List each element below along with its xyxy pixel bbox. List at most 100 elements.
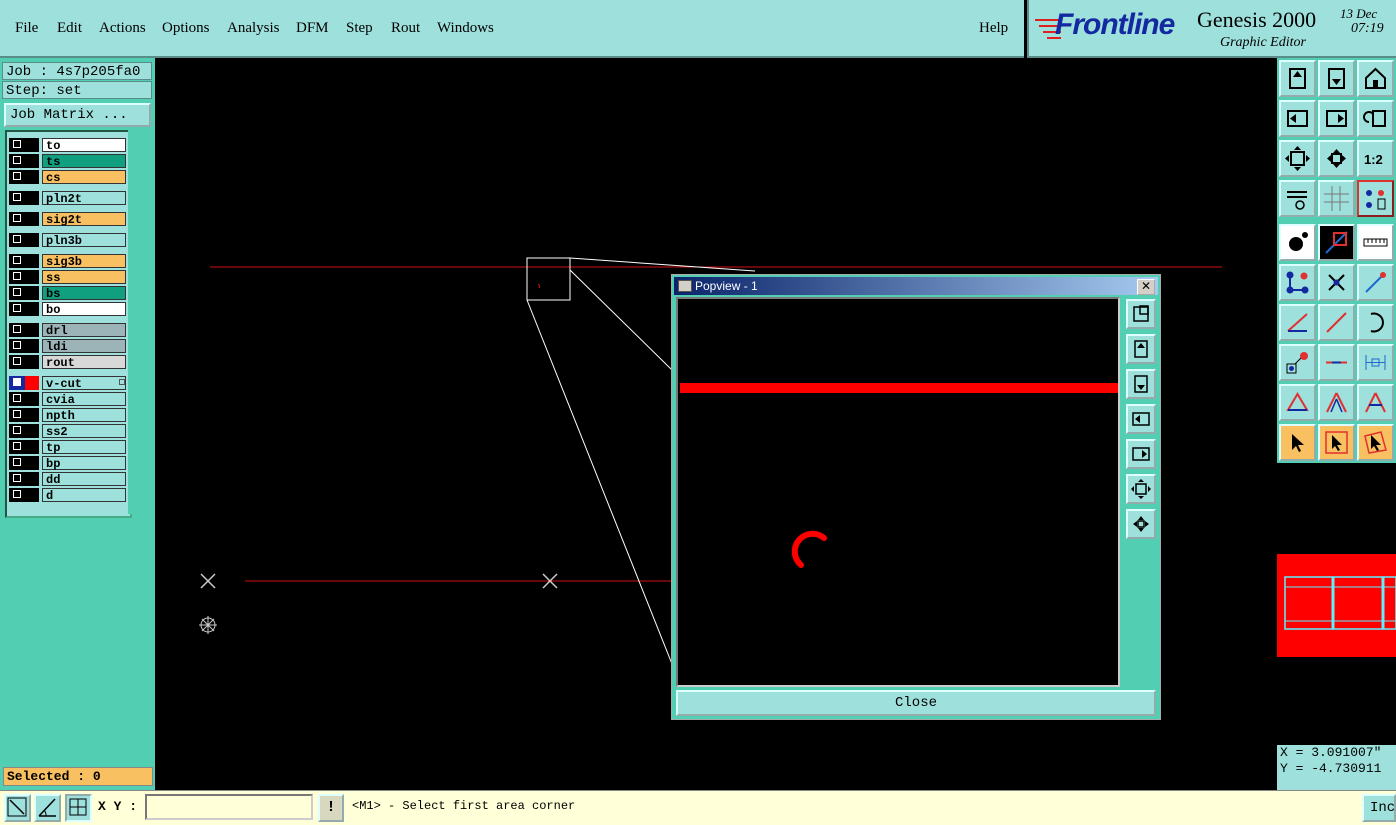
layer-row-d[interactable]: d (9, 488, 126, 503)
xy-input[interactable] (145, 794, 313, 820)
measure-line-button[interactable] (1318, 224, 1355, 261)
layer-checkbox[interactable] (9, 424, 39, 438)
menu-dfm[interactable]: DFM (296, 20, 329, 37)
layer-checkbox[interactable] (9, 170, 39, 184)
popview-canvas[interactable] (676, 297, 1120, 687)
delete-node-button[interactable] (1318, 264, 1355, 301)
pan-down-button[interactable] (1318, 60, 1355, 97)
triangle-fill-button[interactable] (1279, 384, 1316, 421)
layer-row-ss2[interactable]: ss2 (9, 424, 126, 439)
grid-snap-button[interactable] (65, 794, 92, 822)
move-pad-button[interactable] (1279, 344, 1316, 381)
window-menu-icon[interactable] (678, 280, 692, 292)
layer-row-npth[interactable]: npth (9, 408, 126, 423)
angle-snap-button[interactable] (34, 794, 61, 822)
draw-line-button[interactable] (1318, 304, 1355, 341)
popview-zoom-in-button[interactable] (1126, 299, 1156, 329)
zoom-ratio-button[interactable]: 1:2 (1357, 140, 1394, 177)
layer-checkbox[interactable] (9, 254, 39, 268)
overview-map[interactable] (1277, 465, 1396, 745)
layer-row-cvia[interactable]: cvia (9, 392, 126, 407)
layer-row-ldi[interactable]: ldi (9, 339, 126, 354)
layer-row-sig3b[interactable]: sig3b (9, 254, 126, 269)
connect-nodes-button[interactable] (1279, 264, 1316, 301)
layer-row-v-cut[interactable]: v-cut (9, 376, 126, 391)
layer-checkbox[interactable] (9, 233, 39, 247)
dimension-button[interactable] (1357, 344, 1394, 381)
popview-zoom-center-button[interactable] (1126, 509, 1156, 539)
layer-row-tp[interactable]: tp (9, 440, 126, 455)
snap-mode-button[interactable] (4, 794, 31, 822)
triangle-lines-button[interactable] (1318, 384, 1355, 421)
layer-checkbox[interactable] (9, 339, 39, 353)
layer-checkbox[interactable] (9, 392, 39, 406)
close-icon[interactable]: ✕ (1137, 279, 1155, 295)
layer-row-bo[interactable]: bo (9, 302, 126, 317)
popview-close-button[interactable]: Close (676, 690, 1156, 716)
layer-checkbox[interactable] (9, 302, 39, 316)
angle-line-button[interactable] (1279, 304, 1316, 341)
segment-button[interactable] (1318, 344, 1355, 381)
menu-rout[interactable]: Rout (391, 20, 420, 37)
menu-step[interactable]: Step (346, 20, 373, 37)
layer-row-sig2t[interactable]: sig2t (9, 212, 126, 227)
layer-checkbox[interactable] (9, 138, 39, 152)
popview-pan-down-button[interactable] (1126, 369, 1156, 399)
layer-checkbox[interactable] (9, 323, 39, 337)
inc-button[interactable]: Inc (1362, 794, 1396, 822)
display-settings-button[interactable] (1279, 180, 1316, 217)
popview-pan-left-button[interactable] (1126, 404, 1156, 434)
layer-row-cs[interactable]: cs (9, 170, 126, 185)
layer-checkbox[interactable] (9, 376, 39, 390)
pad-tool-button[interactable] (1279, 224, 1316, 261)
layer-checkbox[interactable] (9, 154, 39, 168)
warning-button[interactable]: ! (318, 794, 344, 822)
select-box-button[interactable] (1318, 424, 1355, 461)
undo-view-button[interactable] (1357, 100, 1394, 137)
home-button[interactable] (1357, 60, 1394, 97)
layer-row-rout[interactable]: rout (9, 355, 126, 370)
layer-row-to[interactable]: to (9, 138, 126, 153)
popview-pan-right-button[interactable] (1126, 439, 1156, 469)
layer-row-dd[interactable]: dd (9, 472, 126, 487)
layer-row-ts[interactable]: ts (9, 154, 126, 169)
zoom-center-button[interactable] (1318, 140, 1355, 177)
menu-windows[interactable]: Windows (437, 20, 494, 37)
layer-row-bs[interactable]: bs (9, 286, 126, 301)
pan-up-button[interactable] (1279, 60, 1316, 97)
layer-checkbox[interactable] (9, 286, 39, 300)
layer-checkbox[interactable] (9, 355, 39, 369)
layer-row-pln3b[interactable]: pln3b (9, 233, 126, 248)
layer-row-pln2t[interactable]: pln2t (9, 191, 126, 206)
layer-list-scrollbar[interactable] (128, 130, 153, 514)
select-polygon-button[interactable] (1357, 424, 1394, 461)
add-line-button[interactable] (1357, 264, 1394, 301)
layer-checkbox[interactable] (9, 270, 39, 284)
select-pointer-button[interactable] (1279, 424, 1316, 461)
layer-checkbox[interactable] (9, 488, 39, 502)
popview-titlebar[interactable]: Popview - 1 ✕ (674, 277, 1158, 295)
menu-analysis[interactable]: Analysis (227, 20, 280, 37)
menu-help[interactable]: Help (979, 20, 1008, 37)
layer-checkbox[interactable] (9, 440, 39, 454)
layer-checkbox[interactable] (9, 456, 39, 470)
pan-left-button[interactable] (1279, 100, 1316, 137)
menu-options[interactable]: Options (162, 20, 210, 37)
menu-edit[interactable]: Edit (57, 20, 82, 37)
zoom-area-box[interactable] (526, 257, 571, 301)
arc-button[interactable] (1357, 304, 1394, 341)
pan-right-button[interactable] (1318, 100, 1355, 137)
layer-row-bp[interactable]: bp (9, 456, 126, 471)
layer-row-ss[interactable]: ss (9, 270, 126, 285)
popview-pan-up-button[interactable] (1126, 334, 1156, 364)
popview-zoom-fit-button[interactable] (1126, 474, 1156, 504)
layer-checkbox[interactable] (9, 408, 39, 422)
triangle-dim-button[interactable] (1357, 384, 1394, 421)
layer-checkbox[interactable] (9, 472, 39, 486)
zoom-fit-button[interactable] (1279, 140, 1316, 177)
layer-checkbox[interactable] (9, 191, 39, 205)
snap-button[interactable] (1357, 180, 1394, 217)
menu-file[interactable]: File (15, 20, 38, 37)
menu-actions[interactable]: Actions (99, 20, 146, 37)
layer-menu-icon[interactable] (119, 379, 125, 385)
